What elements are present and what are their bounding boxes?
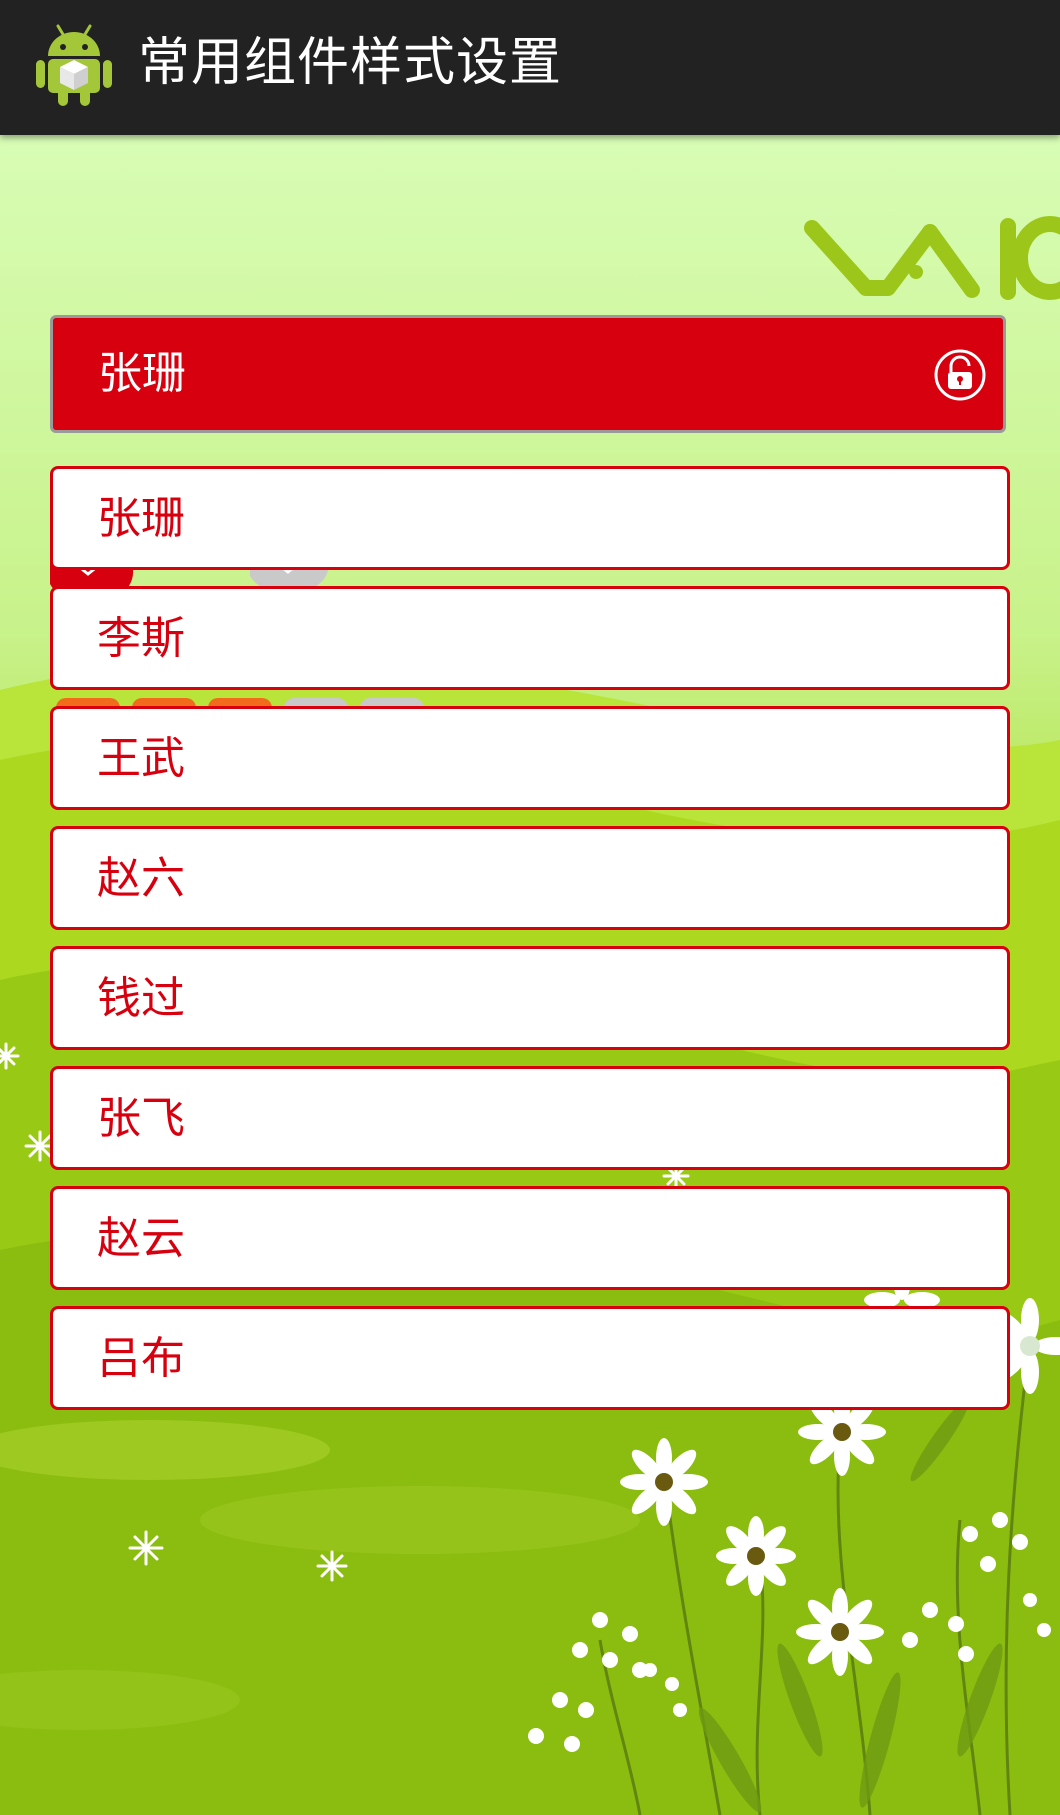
dropdown-item-label: 李斯 xyxy=(97,613,185,664)
app-title: 常用组件样式设置 xyxy=(138,33,563,93)
dropdown-item[interactable]: 李斯 xyxy=(50,586,1010,690)
dropdown-item[interactable]: 张珊 xyxy=(50,466,1010,570)
dropdown-item[interactable]: 钱过 xyxy=(50,946,1010,1050)
watermark-text: http://blog.csdn.net/yuan_love xyxy=(388,906,714,927)
dropdown-item[interactable]: 王武 xyxy=(50,706,1010,810)
dropdown-item[interactable]: 赵云 xyxy=(50,1186,1010,1290)
dropdown-item[interactable]: 张飞 xyxy=(50,1066,1010,1170)
dropdown-item-label: 吕布 xyxy=(97,1333,185,1384)
android-icon[interactable] xyxy=(36,22,112,106)
dropdown-item-label: 张飞 xyxy=(97,1093,185,1144)
action-bar: 常用组件样式设置 xyxy=(0,0,1060,135)
name-spinner[interactable]: 张珊 xyxy=(50,315,1006,433)
dropdown-item-label: 钱过 xyxy=(97,973,185,1024)
dropdown-item-label: 赵云 xyxy=(97,1213,185,1264)
dropdown-item-label: 赵六 xyxy=(97,853,185,904)
dropdown-item-label: 王武 xyxy=(97,733,185,784)
dropdown-item[interactable]: 吕布 xyxy=(50,1306,1010,1410)
dropdown-item-label: 张珊 xyxy=(97,493,185,544)
lock-open-icon xyxy=(933,348,987,402)
spinner-selected-label: 张珊 xyxy=(98,348,186,399)
